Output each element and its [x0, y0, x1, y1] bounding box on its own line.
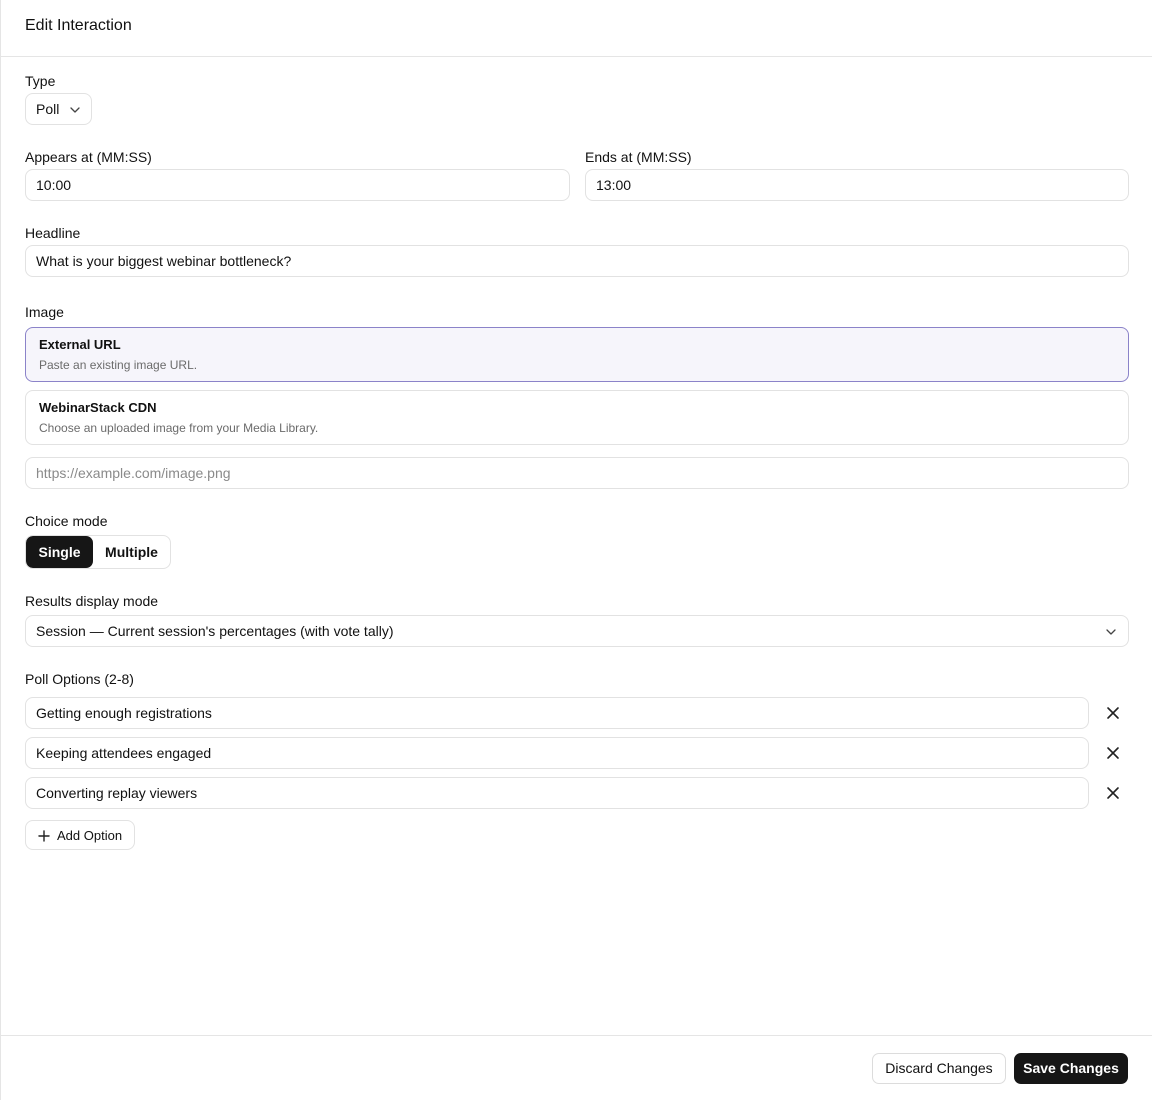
- close-icon: [1107, 707, 1119, 719]
- chevron-down-icon: [1106, 629, 1116, 635]
- image-source-title: WebinarStack CDN: [39, 400, 157, 415]
- image-source-title: External URL: [39, 337, 121, 352]
- poll-options-label: Poll Options (2-8): [25, 671, 134, 687]
- type-select-value: Poll: [36, 101, 60, 117]
- plus-icon: [38, 830, 50, 842]
- choice-mode-toggle: Single Multiple: [25, 535, 171, 569]
- page-title: Edit Interaction: [25, 17, 132, 34]
- edit-interaction-panel: Edit Interaction Type Poll Appears at (M…: [0, 0, 1152, 1100]
- type-select[interactable]: Poll: [25, 93, 92, 125]
- choice-mode-label: Choice mode: [25, 513, 108, 529]
- remove-option-button[interactable]: [1103, 743, 1123, 763]
- ends-at-input[interactable]: 13:00: [585, 169, 1129, 201]
- results-display-label: Results display mode: [25, 593, 159, 609]
- image-source-description: Paste an existing image URL.: [39, 358, 198, 372]
- close-icon: [1107, 747, 1119, 759]
- remove-option-button[interactable]: [1103, 783, 1123, 803]
- headline-input[interactable]: What is your biggest webinar bottleneck?: [25, 245, 1129, 277]
- add-option-label: Add Option: [57, 828, 123, 843]
- image-url-input[interactable]: https://example.com/image.png: [25, 457, 1129, 489]
- panel-header: Edit Interaction: [1, 0, 1152, 57]
- poll-option-input[interactable]: Converting replay viewers: [25, 777, 1089, 809]
- close-icon: [1107, 787, 1119, 799]
- remove-option-button[interactable]: [1103, 703, 1123, 723]
- poll-option-input[interactable]: Getting enough registrations: [25, 697, 1089, 729]
- image-source-external-url[interactable]: External URL Paste an existing image URL…: [25, 327, 1129, 382]
- image-source-cdn[interactable]: WebinarStack CDN Choose an uploaded imag…: [25, 390, 1129, 445]
- image-label: Image: [25, 304, 64, 320]
- choice-mode-multiple[interactable]: Multiple: [93, 536, 170, 568]
- poll-option-input[interactable]: Keeping attendees engaged: [25, 737, 1089, 769]
- appears-at-label: Appears at (MM:SS): [25, 149, 152, 165]
- add-option-button[interactable]: Add Option: [25, 820, 135, 850]
- ends-at-label: Ends at (MM:SS): [585, 149, 692, 165]
- image-source-description: Choose an uploaded image from your Media…: [39, 421, 319, 435]
- save-changes-button[interactable]: Save Changes: [1014, 1053, 1128, 1084]
- headline-label: Headline: [25, 225, 81, 241]
- results-display-value: Session — Current session's percentages …: [36, 623, 394, 639]
- appears-at-input[interactable]: 10:00: [25, 169, 570, 201]
- discard-changes-button[interactable]: Discard Changes: [872, 1053, 1006, 1084]
- chevron-down-icon: [70, 107, 80, 113]
- results-display-select[interactable]: Session — Current session's percentages …: [25, 615, 1129, 647]
- type-label: Type: [25, 73, 56, 89]
- choice-mode-single[interactable]: Single: [26, 536, 93, 568]
- panel-footer: Discard Changes Save Changes: [1, 1035, 1152, 1100]
